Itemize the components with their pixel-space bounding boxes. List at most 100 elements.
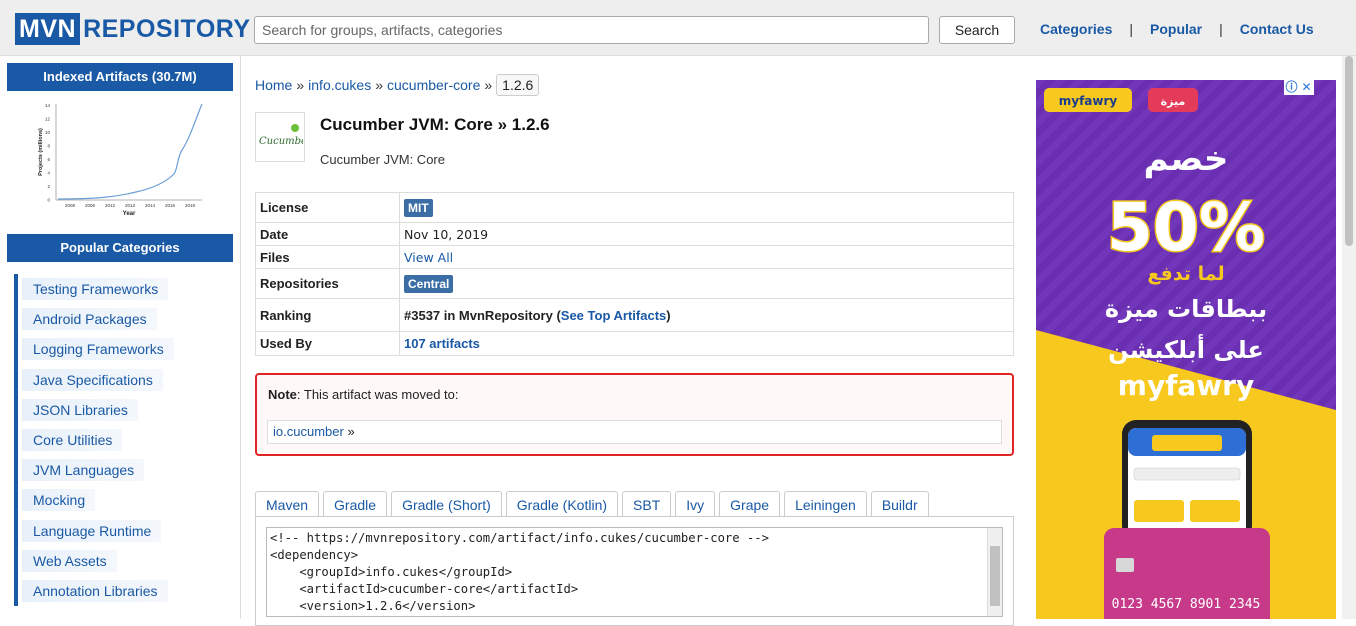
category-item: Testing Frameworks [14,274,174,305]
ad-brand-big: myfawry [1118,369,1254,402]
tab-gradle-short[interactable]: Gradle (Short) [391,491,502,517]
graph-ylabel: Projects (millions) [38,128,44,176]
cucumber-logo-text: Cucumber [259,136,303,147]
repository-badge-central[interactable]: Central [404,274,454,293]
nav-separator: | [1219,21,1223,37]
search-button[interactable]: Search [939,16,1015,44]
mvn-repository-logo[interactable]: MVN REPOSITORY [15,13,251,45]
build-tool-tabs: Maven Gradle Gradle (Short) Gradle (Kotlin)… [255,491,933,517]
breadcrumb-artifact[interactable]: cucumber-core [387,77,480,93]
relocation-link[interactable]: io.cucumber [273,424,344,439]
info-row-ranking: Ranking #3537 in MvnRepository (See Top … [255,298,1014,332]
ad-headline: خصم [1144,139,1229,179]
top-nav: Categories | Popular | Contact Us [1040,21,1314,37]
popular-categories-list: Testing Frameworks Android Packages Loggin… [14,274,174,607]
category-item: Core Utilities [14,424,174,456]
breadcrumb-separator: » [296,77,305,93]
tab-grape[interactable]: Grape [719,491,781,517]
view-all-files-link[interactable]: View All [404,250,453,265]
graph-ytick: 4 [47,171,50,176]
dependency-snippet-box: <!-- https://mvnrepository.com/artifact/… [255,516,1014,626]
category-link[interactable]: Testing Frameworks [22,278,169,301]
category-item: Annotation Libraries [14,575,174,607]
graph-xlabel: Year [123,211,136,217]
category-item: Java Specifications [14,364,174,395]
ad-info-icon[interactable]: ⓘ [1284,80,1299,95]
category-link[interactable]: Annotation Libraries [22,579,168,602]
left-sidebar: Indexed Artifacts (30.7M) 0 2 4 6 8 10 12 14 20… [0,56,241,619]
ad-line-3: على أبلكيشن [1108,334,1264,364]
relocation-arrow: » [347,424,355,439]
category-link[interactable]: JVM Languages [22,459,145,482]
ad-brand-badge: myfawry [1059,94,1118,108]
category-link[interactable]: Language Runtime [22,519,162,542]
tab-ivy[interactable]: Ivy [675,491,716,517]
nav-contact-us[interactable]: Contact Us [1240,21,1314,37]
info-key: Repositories [255,268,400,299]
tab-gradle-kotlin[interactable]: Gradle (Kotlin) [505,491,619,517]
search-input[interactable] [254,16,929,44]
category-link[interactable]: Core Utilities [22,429,123,452]
category-link[interactable]: Android Packages [22,308,157,331]
artifact-info-table: License MIT Date Nov 10, 2019 Files View… [255,192,1014,356]
code-scrollbar[interactable] [987,528,1002,616]
ad-close-icon[interactable]: ✕ [1299,80,1314,95]
nav-popular[interactable]: Popular [1150,21,1202,37]
info-key: Ranking [255,298,400,332]
graph-ytick: 10 [45,130,51,135]
tab-gradle[interactable]: Gradle [323,491,388,517]
moved-note: Note: This artifact was moved to: io.cuc… [255,373,1014,456]
relocation-link-box: io.cucumber » [267,420,1002,444]
ranking-value: #3537 in MvnRepository ( [404,307,561,323]
tab-buildr[interactable]: Buildr [870,491,929,517]
graph-xtick: 2018 [185,203,196,208]
breadcrumb-current-version: 1.2.6 [496,74,540,96]
graph-ytick: 2 [47,184,50,189]
info-row-files: Files View All [255,245,1014,269]
page-scrollbar-thumb[interactable] [1345,56,1353,246]
breadcrumb-home[interactable]: Home [255,77,292,93]
graph-xtick: 2006 [85,203,96,208]
graph-xtick: 2012 [105,203,116,208]
graph-xtick: 2008 [65,203,76,208]
indexed-artifacts-graph[interactable]: 0 2 4 6 8 10 12 14 2008 2006 2012 2012 2014 2016 2018… [36,100,206,222]
category-item: JVM Languages [14,455,174,486]
breadcrumb-separator: » [484,77,493,93]
info-key: License [255,192,400,223]
code-scrollbar-thumb[interactable] [990,546,1000,606]
category-item: Web Assets [14,545,174,576]
category-link[interactable]: Logging Frameworks [22,338,174,361]
breadcrumb-group[interactable]: info.cukes [308,77,371,93]
note-label: Note [268,387,297,402]
breadcrumb: Home » info.cukes » cucumber-core » 1.2.… [255,74,540,96]
category-link[interactable]: JSON Libraries [22,398,138,421]
dependency-code[interactable]: <!-- https://mvnrepository.com/artifact/… [266,527,1003,617]
ad-percent: 50% [1107,189,1265,266]
ad-card-number: 0123 4567 8901 2345 [1112,597,1261,612]
artifact-title: Cucumber JVM: Core » 1.2.6 [320,115,550,134]
logo-repository: REPOSITORY [83,14,251,43]
info-key: Date [255,222,400,246]
nav-categories[interactable]: Categories [1040,21,1112,37]
tab-leiningen[interactable]: Leiningen [784,491,867,517]
nav-separator: | [1129,21,1133,37]
popular-categories-heading: Popular Categories [7,234,233,262]
category-item: Language Runtime [14,515,174,546]
right-sidebar: myfawry ميزة خصم 50% لما تدفع ببطاقات مي… [1029,56,1356,619]
cucumber-logo: Cucumber [255,112,305,162]
indexed-artifacts-heading: Indexed Artifacts (30.7M) [7,63,233,91]
tab-sbt[interactable]: SBT [622,491,672,517]
dependency-code-text: <!-- https://mvnrepository.com/artifact/… [270,531,769,613]
advertisement[interactable]: myfawry ميزة خصم 50% لما تدفع ببطاقات مي… [1036,80,1336,619]
category-link[interactable]: Mocking [22,489,96,512]
category-item: Android Packages [14,304,174,335]
see-top-artifacts-link[interactable]: See Top Artifacts [561,308,666,323]
category-link[interactable]: Web Assets [22,549,117,572]
graph-ytick: 12 [45,117,51,122]
page-scrollbar[interactable] [1342,56,1356,619]
used-by-link[interactable]: 107 artifacts [404,336,480,351]
graph-ytick: 14 [45,103,51,108]
category-link[interactable]: Java Specifications [22,368,163,391]
info-row-license: License MIT [255,192,1014,223]
tab-maven[interactable]: Maven [255,491,320,517]
